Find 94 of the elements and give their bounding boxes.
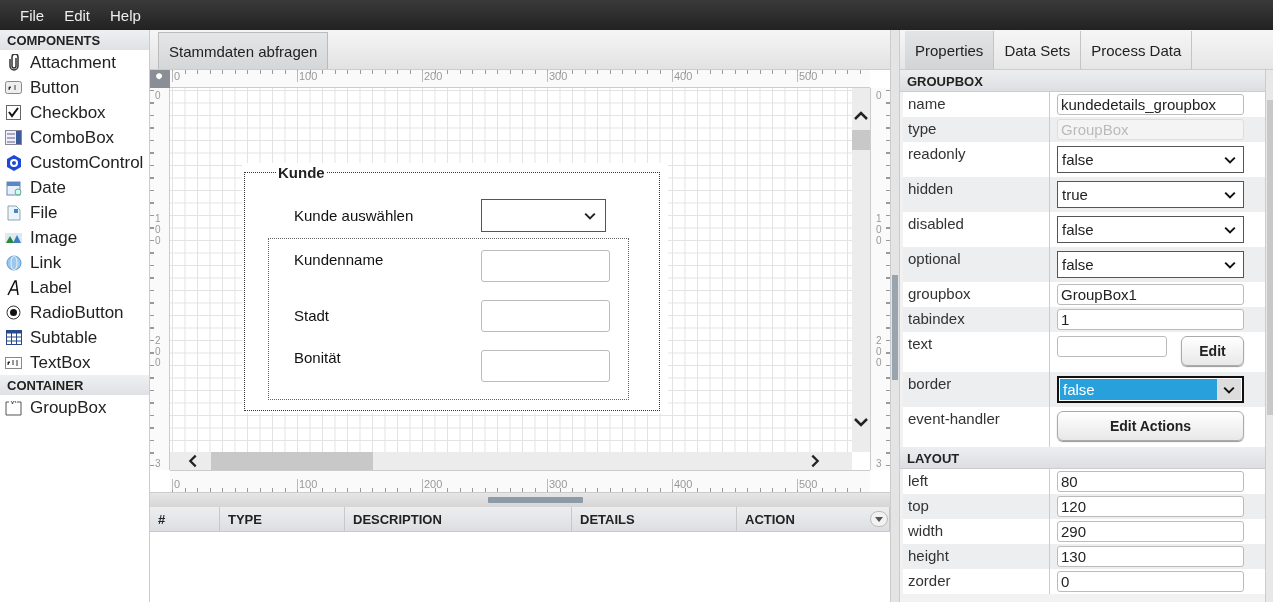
input-field[interactable]: GroupBox1: [1057, 284, 1244, 305]
italic-a-icon: [5, 279, 22, 296]
field-label: Bonität: [294, 349, 341, 366]
section-header: GROUPBOX: [900, 70, 1265, 92]
horizontal-scrollbar[interactable]: [170, 452, 852, 470]
ruler-label: 400: [672, 71, 693, 82]
ruler-label: 100: [297, 479, 318, 490]
ruler-label: 300: [547, 71, 568, 82]
field-label: Stadt: [294, 307, 330, 324]
ruler-label: 500: [797, 71, 818, 82]
palette-item[interactable]: Label: [0, 275, 149, 300]
tab[interactable]: Data Sets: [994, 31, 1082, 69]
groupbox-icon: [5, 399, 22, 416]
section-header: LAYOUT: [900, 447, 1265, 469]
tab[interactable]: Properties: [905, 31, 995, 69]
dropdown-field[interactable]: [481, 199, 606, 232]
button-icon: [5, 79, 22, 96]
column-header[interactable]: DETAILS: [572, 507, 737, 531]
menu-item[interactable]: Edit: [54, 6, 101, 24]
menu-item[interactable]: File: [10, 6, 55, 24]
input-field[interactable]: 290: [1057, 521, 1244, 542]
scroll-thumb[interactable]: [1267, 100, 1273, 415]
column-header[interactable]: TYPE: [220, 507, 345, 531]
palette-item[interactable]: Checkbox: [0, 100, 149, 125]
globe-icon: [5, 254, 22, 271]
column-header[interactable]: DESCRIPTION: [345, 507, 572, 531]
groupbox-legend: Kunde: [276, 164, 327, 181]
scroll-thumb[interactable]: [211, 452, 373, 470]
checkbox-icon: [5, 104, 22, 121]
ruler-label: 100: [155, 212, 162, 246]
table-icon: [5, 329, 22, 346]
palette-item[interactable]: RadioButton: [0, 300, 149, 325]
ruler-label: 200: [422, 71, 443, 82]
scroll-thumb[interactable]: [852, 130, 870, 150]
ruler-label: 200: [876, 335, 883, 368]
ruler-label: 100: [297, 71, 318, 82]
palette-item[interactable]: File: [0, 200, 149, 225]
input-field[interactable]: kundedetails_groupbox: [1057, 94, 1244, 115]
ruler-label: 200: [422, 479, 443, 490]
property-label: zorder: [903, 569, 1050, 594]
palette-item[interactable]: Button: [0, 75, 149, 100]
input-field[interactable]: 130: [1057, 546, 1244, 567]
tab[interactable]: Process Data: [1081, 31, 1193, 69]
palette-item[interactable]: Attachment: [0, 50, 149, 75]
palette-item[interactable]: Subtable: [0, 325, 149, 350]
ruler-label: 0: [876, 90, 883, 101]
input-field[interactable]: 1: [1057, 309, 1244, 330]
ruler-label: 500: [797, 479, 818, 490]
ruler-label: 0: [155, 90, 162, 101]
ruler-label: 200: [155, 335, 162, 368]
palette-item[interactable]: Link: [0, 250, 149, 275]
input-field[interactable]: [481, 250, 610, 282]
field-label: Kundenname: [294, 251, 384, 268]
dropdown-field[interactable]: false: [1057, 251, 1244, 278]
calendar-icon: [5, 179, 22, 196]
palette-item[interactable]: GroupBox: [0, 395, 149, 420]
splitter-handle[interactable]: [892, 275, 898, 380]
ruler-label: 0: [172, 71, 181, 82]
palette-item[interactable]: Image: [0, 225, 149, 250]
ruler-label: 100: [876, 212, 883, 246]
tab[interactable]: Stammdaten abfragen: [158, 32, 329, 69]
field-label: Kunde auswählen: [294, 207, 414, 224]
ruler-label: 3: [155, 457, 162, 469]
section-header: COMPONENTS: [0, 30, 149, 50]
edit-button[interactable]: Edit: [1181, 336, 1244, 366]
edit-actions-button[interactable]: Edit Actions: [1057, 411, 1244, 441]
combobox-icon: [5, 129, 22, 146]
menu-item[interactable]: Help: [100, 6, 151, 24]
textbox-icon: [5, 354, 22, 371]
ruler-label: 3: [876, 457, 883, 469]
dropdown-field[interactable]: false: [1057, 216, 1244, 243]
column-header[interactable]: #: [150, 507, 220, 531]
input-field[interactable]: 0: [1057, 571, 1244, 592]
ruler-label: 0: [172, 479, 181, 490]
dropdown-field[interactable]: true: [1057, 181, 1244, 208]
input-field[interactable]: 120: [1057, 496, 1244, 517]
palette-item[interactable]: TextBox: [0, 350, 149, 375]
radio-icon: [5, 304, 22, 321]
dropdown-field[interactable]: false: [1057, 146, 1244, 173]
palette-item[interactable]: ComboBox: [0, 125, 149, 150]
input-field[interactable]: [1057, 336, 1167, 357]
dropdown-icon[interactable]: [870, 511, 888, 527]
vertical-scrollbar[interactable]: [852, 88, 870, 452]
palette-item[interactable]: CustomControl: [0, 150, 149, 175]
ruler-label: 400: [672, 479, 693, 490]
file-icon: [5, 204, 22, 221]
input-field[interactable]: [481, 300, 610, 332]
gear-icon: [5, 154, 22, 171]
ruler-label: 300: [547, 479, 568, 490]
section-header: CONTAINER: [0, 375, 149, 395]
input-field[interactable]: 80: [1057, 471, 1244, 492]
palette-item[interactable]: Date: [0, 175, 149, 200]
vertical-scrollbar[interactable]: [1265, 70, 1273, 602]
input-field[interactable]: [481, 350, 610, 382]
